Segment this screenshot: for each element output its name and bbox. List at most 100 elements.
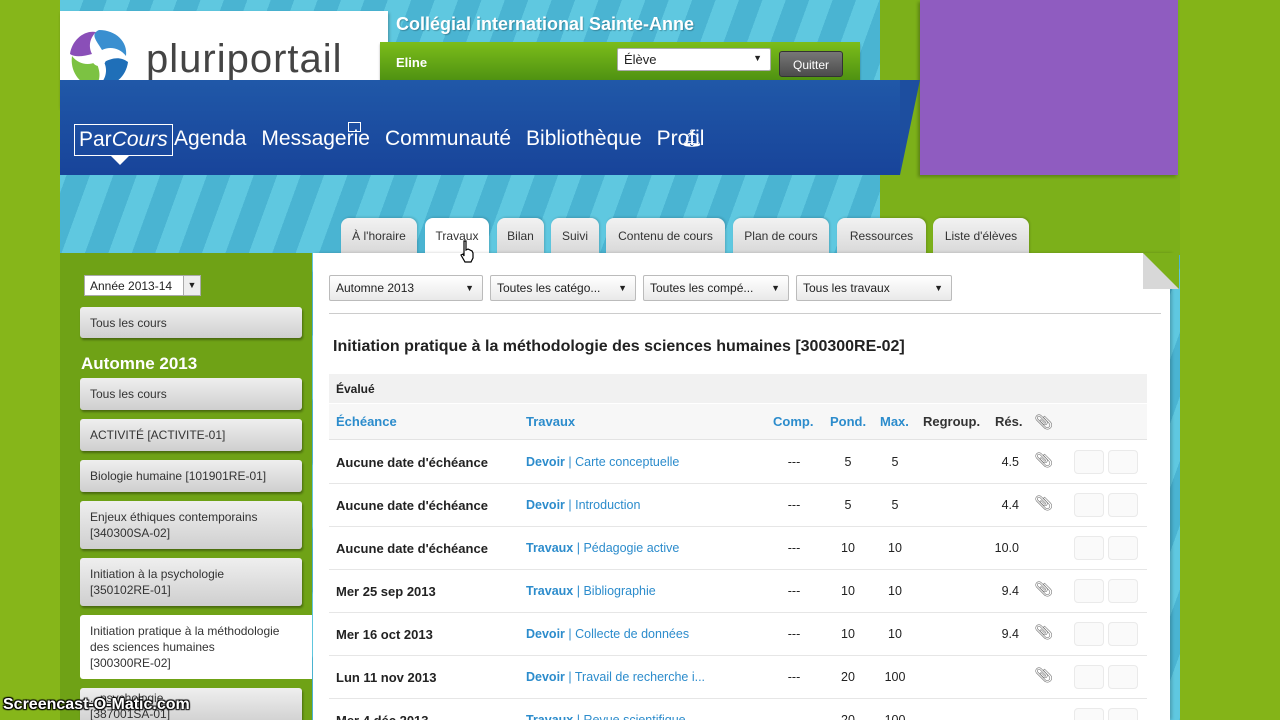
result-value: 10.0 <box>994 541 1019 555</box>
tab-contenu[interactable]: Contenu de cours <box>606 218 725 254</box>
work-link[interactable]: Devoir | Travail de recherche i... <box>526 670 705 684</box>
result-value: 4.4 <box>1001 498 1019 512</box>
filter-category[interactable]: Toutes les catégo... ▼ <box>490 275 636 301</box>
tab-bilan[interactable]: Bilan <box>497 218 544 254</box>
role-select-value: Élève <box>624 52 657 67</box>
sidebar-item-all-courses[interactable]: Tous les cours <box>80 307 302 338</box>
work-type: Devoir <box>526 627 565 641</box>
paperclip-icon[interactable]: 📎︎ <box>1034 580 1053 598</box>
sidebar-item-activite[interactable]: ACTIVITÉ [ACTIVITE-01] <box>80 419 302 451</box>
pond-value: 10 <box>841 541 855 555</box>
filter-works[interactable]: Tous les travaux ▼ <box>796 275 952 301</box>
nav-communaute[interactable]: Communauté <box>385 127 511 151</box>
sidebar-item-all-courses-semester[interactable]: Tous les cours <box>80 378 302 410</box>
filter-competence-value: Toutes les compé... <box>650 281 754 295</box>
filter-competence[interactable]: Toutes les compé... ▼ <box>643 275 789 301</box>
filter-semester[interactable]: Automne 2013 ▼ <box>329 275 483 301</box>
due-date: Aucune date d'échéance <box>336 455 488 470</box>
col-echeance[interactable]: Échéance <box>336 414 397 429</box>
work-type: Devoir <box>526 455 565 469</box>
paperclip-icon[interactable]: 📎︎ <box>1034 451 1053 469</box>
edit-icon <box>1108 708 1138 720</box>
comp-value: --- <box>787 713 801 720</box>
work-link[interactable]: Devoir | Carte conceptuelle <box>526 455 679 469</box>
tab-travaux[interactable]: Travaux <box>425 218 489 255</box>
sidebar-item-biologie[interactable]: Biologie humaine [101901RE-01] <box>80 460 302 492</box>
due-date: Mer 16 oct 2013 <box>336 627 433 642</box>
table-row: Aucune date d'échéance Travaux | Pédagogi… <box>329 527 1147 570</box>
tab-ressources[interactable]: Ressources <box>837 218 926 254</box>
bell-icon[interactable]: 🔔︎ <box>681 129 703 149</box>
work-type: Devoir <box>526 498 565 512</box>
filter-category-value: Toutes les catégo... <box>497 281 601 295</box>
comp-value: --- <box>787 584 801 598</box>
role-select[interactable]: Élève ▼ <box>617 48 771 71</box>
table-row: Mer 16 oct 2013 Devoir | Collecte de donn… <box>329 613 1147 656</box>
comment-icon <box>1074 622 1104 646</box>
comment-icon <box>1074 536 1104 560</box>
hand-cursor-icon <box>460 240 474 263</box>
table-row: Aucune date d'échéance Devoir | Carte con… <box>329 441 1147 484</box>
nav-parcours[interactable]: ParCours <box>74 124 173 165</box>
chevron-down-icon: ▼ <box>618 283 627 293</box>
col-travaux[interactable]: Travaux <box>526 414 575 429</box>
table-header <box>329 404 1147 440</box>
work-title: | Revue scientifique <box>573 713 686 720</box>
due-date: Aucune date d'échéance <box>336 498 488 513</box>
section-header: Évalué <box>329 374 1147 403</box>
work-link[interactable]: Devoir | Collecte de données <box>526 627 689 641</box>
work-link[interactable]: Devoir | Introduction <box>526 498 640 512</box>
comp-value: --- <box>787 498 801 512</box>
col-max[interactable]: Max. <box>880 414 909 429</box>
max-value: 10 <box>888 584 902 598</box>
logo-text: pluriportail <box>146 36 343 81</box>
max-value: 10 <box>888 541 902 555</box>
edit-icon <box>1108 536 1138 560</box>
paperclip-icon[interactable]: 📎︎ <box>1034 623 1053 641</box>
comp-value: --- <box>787 670 801 684</box>
work-type: Travaux <box>526 584 574 598</box>
edit-icon <box>1108 579 1138 603</box>
col-pond[interactable]: Pond. <box>830 414 866 429</box>
paperclip-icon[interactable]: 📎︎ <box>1034 666 1053 684</box>
page-fold <box>1143 253 1179 289</box>
pond-value: 5 <box>844 455 852 469</box>
work-link[interactable]: Travaux | Pédagogie active <box>526 541 679 555</box>
comment-icon <box>1074 450 1104 474</box>
divider <box>329 313 1161 314</box>
paperclip-icon[interactable]: 📎︎ <box>1034 494 1053 512</box>
work-title: | Bibliographie <box>573 584 656 598</box>
table-row: Mer 4 déc 2013 Travaux | Revue scientifiq… <box>329 699 1147 720</box>
year-select[interactable]: Année 2013-14 ▼ <box>84 275 201 296</box>
chevron-down-icon: ▼ <box>934 283 943 293</box>
edit-icon <box>1108 622 1138 646</box>
tab-plan[interactable]: Plan de cours <box>733 218 829 254</box>
edit-icon <box>1108 493 1138 517</box>
tab-liste-eleves[interactable]: Liste d'élèves <box>933 218 1029 254</box>
col-comp[interactable]: Comp. <box>773 414 813 429</box>
result-value: 9.4 <box>1001 627 1019 641</box>
table-row: Aucune date d'échéance Devoir | Introduct… <box>329 484 1147 527</box>
col-regroup: Regroup. <box>923 414 981 429</box>
work-link[interactable]: Travaux | Revue scientifique <box>526 713 686 720</box>
envelope-icon <box>348 122 361 132</box>
tab-suivi[interactable]: Suivi <box>551 218 599 254</box>
quit-button[interactable]: Quitter <box>779 51 843 77</box>
comp-value: --- <box>787 541 801 555</box>
sidebar-item-enjeux[interactable]: Enjeux éthiques contemporains [340300SA-… <box>80 501 302 549</box>
comment-icon <box>1074 579 1104 603</box>
due-date: Lun 11 nov 2013 <box>336 670 437 685</box>
tab-horaire[interactable]: À l'horaire <box>341 218 417 254</box>
chevron-down-icon: ▼ <box>753 53 762 63</box>
pond-value: 20 <box>841 670 855 684</box>
work-type: Travaux <box>526 713 574 720</box>
course-title: Initiation pratique à la méthodologie de… <box>333 338 905 355</box>
table-row: Lun 11 nov 2013 Devoir | Travail de reche… <box>329 656 1147 699</box>
nav-agenda[interactable]: Agenda <box>174 127 246 151</box>
edit-icon <box>1108 450 1138 474</box>
sidebar-item-psychologie[interactable]: Initiation à la psychologie [350102RE-01… <box>80 558 302 606</box>
right-background <box>1180 0 1280 720</box>
sidebar-item-methodologie[interactable]: Initiation pratique à la méthodologie de… <box>80 615 312 679</box>
work-link[interactable]: Travaux | Bibliographie <box>526 584 656 598</box>
nav-bibliotheque[interactable]: Bibliothèque <box>526 127 642 151</box>
